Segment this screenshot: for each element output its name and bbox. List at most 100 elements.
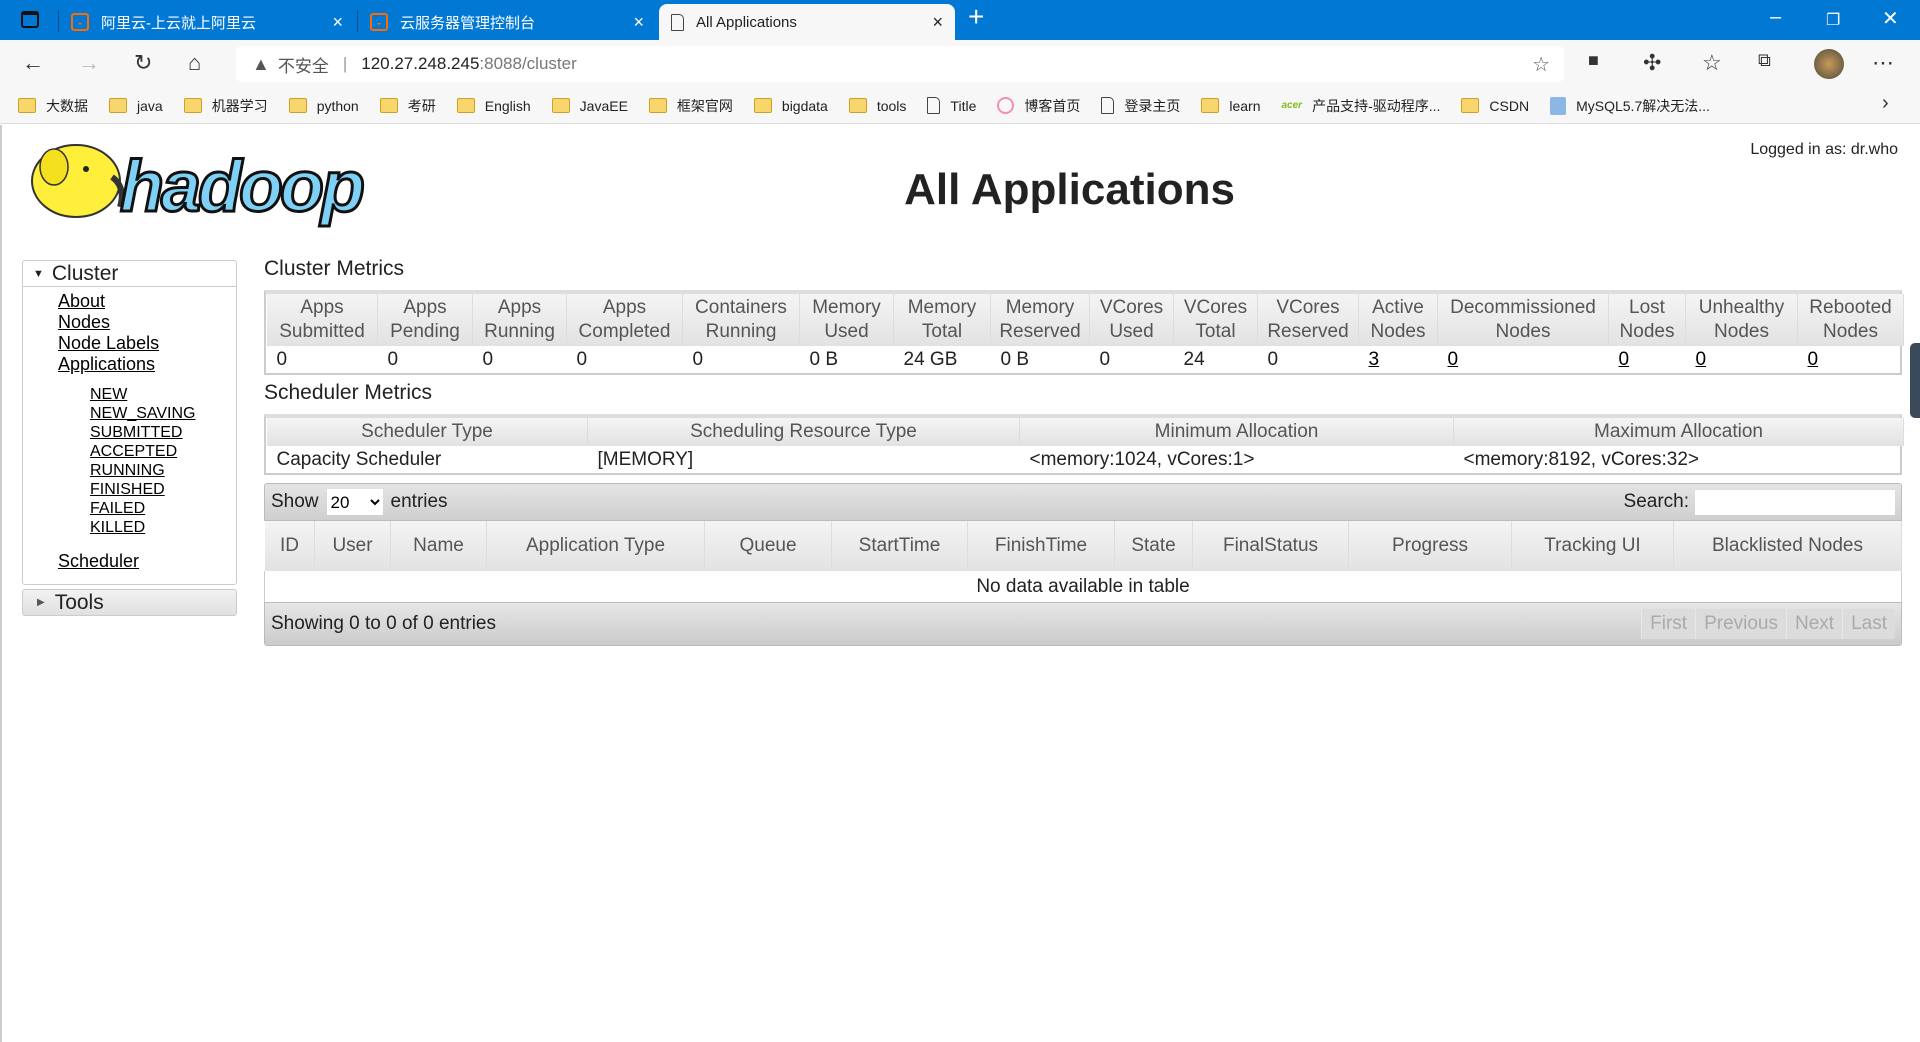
bookmark-label: MySQL5.7解决无法... (1576, 97, 1710, 114)
sidebar-link-state-new[interactable]: NEW (90, 385, 236, 404)
sortable-column-header[interactable]: Progress (1348, 521, 1512, 571)
extension-icon[interactable]: ■ (1588, 50, 1599, 71)
sidebar-link-state-killed[interactable]: KILLED (90, 518, 236, 537)
header-line: Memory (1005, 297, 1075, 318)
sortable-column-header[interactable]: State (1114, 521, 1193, 571)
tab-actions-icon[interactable] (21, 11, 39, 28)
column-label: Tracking UI (1544, 535, 1641, 556)
sortable-column-header[interactable]: FinishTime (967, 521, 1115, 571)
bookmark-item[interactable]: acer 产品支持-驱动程序... (1282, 96, 1441, 116)
bookmark-item[interactable]: 博客首页 (997, 96, 1080, 116)
column-label: Blacklisted Nodes (1711, 535, 1864, 556)
metric-link[interactable]: 0 (1808, 349, 1819, 370)
folder-icon (18, 98, 36, 113)
chevron-right-icon[interactable]: › (1882, 92, 1889, 115)
bookmark-item[interactable]: 框架官网 (648, 96, 733, 116)
bookmark-item[interactable]: bigdata (753, 98, 828, 114)
tools-section-toggle[interactable]: ▶ Tools (22, 589, 237, 616)
refresh-icon[interactable]: ↻ (134, 50, 152, 76)
metric-link[interactable]: 0 (1619, 349, 1630, 370)
bookmark-label: tools (876, 97, 907, 114)
pager-next-button[interactable]: Next (1786, 609, 1842, 639)
bookmark-item[interactable]: learn (1201, 98, 1261, 114)
bookmark-item[interactable]: JavaEE (551, 98, 628, 114)
sidebar-link-scheduler[interactable]: Scheduler (58, 551, 236, 572)
bookmark-item[interactable]: 登录主页 (1101, 96, 1180, 116)
bookmark-item[interactable]: Title (927, 97, 976, 114)
sidebar-link-nodes[interactable]: Nodes (58, 312, 236, 333)
favorites-icon[interactable]: ☆ (1702, 50, 1722, 76)
header-line: VCores (1276, 297, 1340, 318)
sortable-column-header[interactable]: StartTime (831, 521, 968, 571)
bookmark-item[interactable]: 大数据 (18, 96, 88, 116)
side-panel-handle[interactable] (1910, 343, 1920, 418)
address-bar[interactable]: ▲ 不安全 | 120.27.248.245:8088/cluster ☆ (236, 46, 1564, 82)
bookmark-item[interactable]: MySQL5.7解决无法... (1550, 96, 1710, 116)
forward-icon[interactable]: → (78, 50, 100, 76)
metric-link[interactable]: 0 (1448, 349, 1459, 370)
close-tab-icon[interactable]: × (633, 12, 644, 33)
home-icon[interactable]: ⌂ (188, 50, 201, 76)
sortable-column-header[interactable]: Application Type (486, 521, 705, 571)
close-tab-icon[interactable]: × (332, 12, 343, 33)
pager-first-button[interactable]: First (1641, 609, 1695, 639)
sortable-column-header[interactable]: Tracking UI (1511, 521, 1674, 571)
pager-previous-button[interactable]: Previous (1695, 609, 1786, 639)
entries-per-page-select[interactable]: 20 (326, 489, 383, 515)
header-line: Running (705, 321, 777, 342)
sidebar-link-about[interactable]: About (58, 291, 236, 312)
collections-icon[interactable]: ⧉ (1758, 50, 1771, 71)
header-line: Pending (390, 321, 460, 342)
back-icon[interactable]: ← (22, 50, 44, 76)
extensions-puzzle-icon[interactable]: ✣ (1643, 50, 1661, 76)
bookmark-item[interactable]: tools (848, 97, 907, 114)
column-header: Scheduler Type (266, 418, 588, 446)
browser-tab[interactable]: - 阿里云-上云就上阿里云 × (59, 4, 355, 40)
column-header: Maximum Allocation (1453, 418, 1904, 446)
add-favorite-icon[interactable]: ☆ (1532, 52, 1550, 77)
column-header: Apps Submitted (266, 294, 378, 346)
close-window-button[interactable]: ✕ (1882, 6, 1899, 31)
page-content: hadoop All Applications Logged in as: dr… (0, 125, 1920, 1042)
cluster-section-toggle[interactable]: ▼ Cluster (23, 261, 236, 287)
sortable-column-header[interactable]: User (314, 521, 391, 571)
more-icon[interactable]: ⋯ (1872, 50, 1894, 76)
sortable-column-header[interactable]: FinalStatus (1192, 521, 1349, 571)
sidebar-link-state-accepted[interactable]: ACCEPTED (90, 442, 236, 461)
sidebar-link-state-new_saving[interactable]: NEW_SAVING (90, 404, 236, 423)
bookmark-item[interactable]: CSDN (1461, 98, 1529, 114)
bookmark-item[interactable]: 机器学习 (183, 96, 268, 116)
header-line: Used (824, 321, 869, 342)
metric-link[interactable]: 3 (1369, 349, 1380, 370)
browser-tab-active[interactable]: All Applications × (659, 4, 955, 40)
sidebar-link-node-labels[interactable]: Node Labels (58, 333, 236, 354)
header-line: Nodes (1370, 321, 1426, 342)
sortable-column-header[interactable]: Queue (704, 521, 832, 571)
browser-tab[interactable]: - 云服务器管理控制台 × (358, 4, 656, 40)
sortable-column-header[interactable]: Blacklisted Nodes (1673, 521, 1902, 571)
bookmark-item[interactable]: java (109, 98, 163, 114)
bookmark-item[interactable]: English (456, 98, 531, 114)
restore-button[interactable]: ❐ (1826, 10, 1840, 30)
column-header: Memory Used (799, 294, 894, 346)
new-tab-button[interactable]: + (968, 1, 984, 33)
minimize-button[interactable]: – (1770, 6, 1781, 29)
search-input[interactable] (1695, 489, 1895, 515)
page-icon (927, 97, 941, 114)
empty-table-message: No data available in table (976, 576, 1190, 597)
security-label: 不安全 (277, 56, 329, 76)
bookmark-item[interactable]: python (288, 98, 359, 114)
metric-link[interactable]: 0 (1696, 349, 1707, 370)
bookmark-item[interactable]: 考研 (379, 96, 436, 116)
sidebar-link-state-finished[interactable]: FINISHED (90, 480, 236, 499)
sortable-column-header[interactable]: Name (390, 521, 487, 571)
pager-last-button[interactable]: Last (1842, 609, 1895, 639)
sidebar-link-state-submitted[interactable]: SUBMITTED (90, 423, 236, 442)
profile-avatar[interactable] (1814, 49, 1844, 79)
sortable-column-header[interactable]: ID (264, 521, 315, 571)
sidebar-link-state-running[interactable]: RUNNING (90, 461, 236, 480)
sidebar-link-state-failed[interactable]: FAILED (90, 499, 236, 518)
sidebar-link-applications[interactable]: Applications (58, 354, 236, 375)
close-tab-icon[interactable]: × (932, 12, 943, 33)
bookmark-label: java (137, 97, 163, 114)
